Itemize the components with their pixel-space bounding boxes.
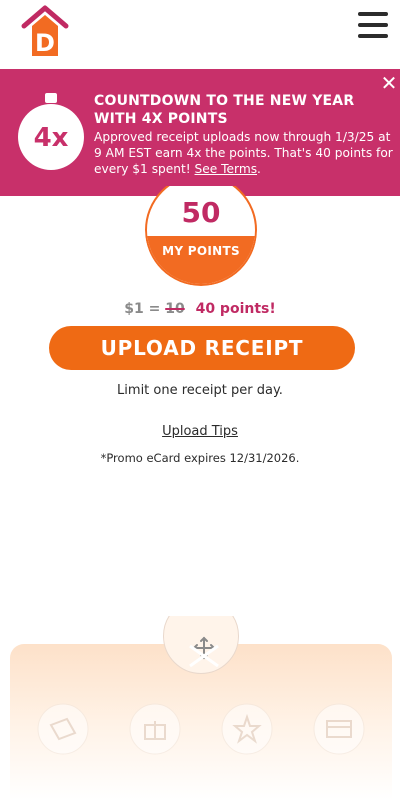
- see-terms-link[interactable]: See Terms: [195, 162, 258, 176]
- banner-title: COUNTDOWN TO THE NEW YEAR WITH 4X POINTS: [94, 93, 355, 127]
- upload-receipt-button[interactable]: UPLOAD RECEIPT: [49, 326, 355, 370]
- points-value: 50: [181, 196, 221, 229]
- card-icon[interactable]: [313, 703, 365, 755]
- logo[interactable]: D: [20, 4, 70, 60]
- banner-body: Approved receipt uploads now through 1/3…: [94, 130, 393, 176]
- star-icon[interactable]: [221, 703, 273, 755]
- close-icon[interactable]: ✕: [380, 73, 398, 93]
- rate-old-value: 10: [165, 301, 185, 317]
- points-rate: $1 = 10 40 points!: [0, 301, 400, 317]
- cross-icon: [189, 644, 219, 668]
- limit-text: Limit one receipt per day.: [117, 383, 283, 398]
- badge-text: 4x: [34, 123, 69, 153]
- gift-icon[interactable]: [129, 703, 181, 755]
- ticket-icon[interactable]: [37, 703, 89, 755]
- logo-letter: D: [35, 29, 55, 57]
- ornament-badge-icon: 4x: [18, 93, 84, 170]
- hamburger-menu-icon[interactable]: [358, 12, 388, 40]
- promo-banner: 4x COUNTDOWN TO THE NEW YEAR WITH 4X POI…: [0, 69, 400, 196]
- points-badge: 50 MY POINTS: [145, 186, 257, 286]
- points-label: MY POINTS: [162, 244, 240, 258]
- header: D: [0, 0, 400, 70]
- rate-prefix: $1 =: [124, 301, 161, 317]
- rate-new-value: 40 points!: [195, 301, 276, 317]
- expiry-text: *Promo eCard expires 12/31/2026.: [100, 451, 300, 465]
- upload-tips-link[interactable]: Upload Tips: [0, 424, 400, 439]
